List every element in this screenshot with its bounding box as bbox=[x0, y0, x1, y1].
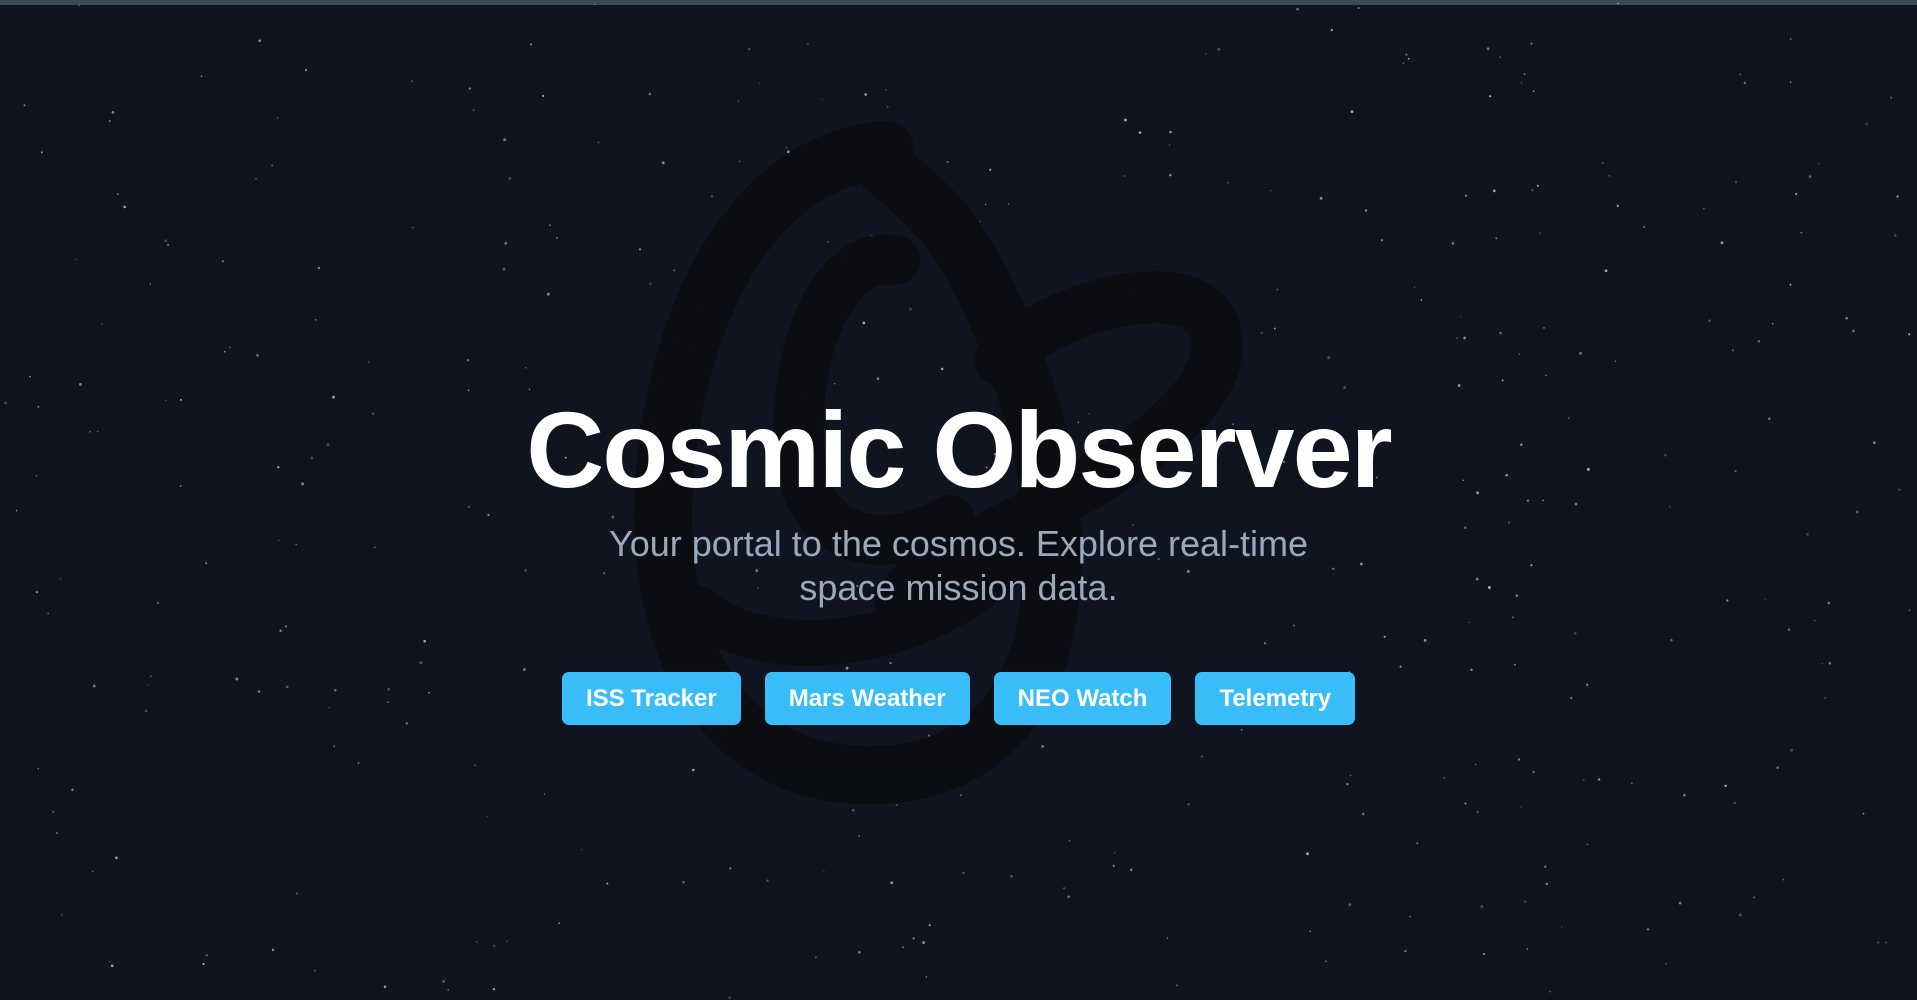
nav-button-group: ISS Tracker Mars Weather NEO Watch Telem… bbox=[0, 672, 1917, 725]
page-title: Cosmic Observer bbox=[526, 389, 1392, 510]
hero-section: Cosmic Observer Your portal to the cosmo… bbox=[0, 388, 1917, 610]
iss-tracker-button[interactable]: ISS Tracker bbox=[561, 672, 741, 725]
telemetry-button[interactable]: Telemetry bbox=[1195, 672, 1356, 725]
neo-watch-button[interactable]: NEO Watch bbox=[993, 672, 1172, 725]
hero-subtitle: Your portal to the cosmos. Explore real-… bbox=[609, 523, 1308, 608]
mars-weather-button[interactable]: Mars Weather bbox=[764, 672, 970, 725]
page: Cosmic Observer Your portal to the cosmo… bbox=[0, 0, 1917, 1000]
